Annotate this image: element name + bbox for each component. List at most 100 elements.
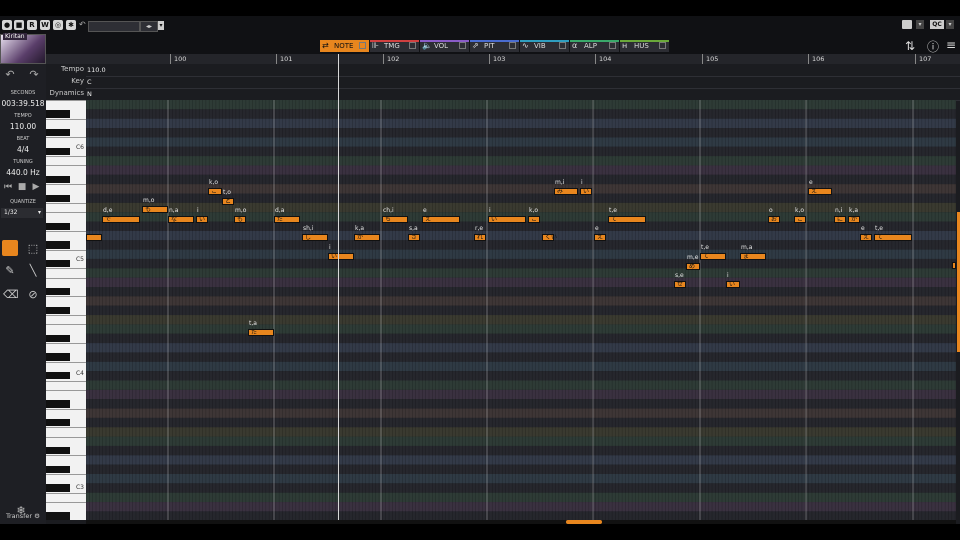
note[interactable]: こ k,o (528, 208, 540, 223)
white-key[interactable] (46, 118, 86, 120)
tab-tmg[interactable]: ⊪ TMG (370, 40, 419, 52)
qc-button[interactable]: QC (930, 20, 944, 29)
nudge-buttons[interactable]: ◂▸ (140, 21, 158, 32)
white-key[interactable] (46, 100, 86, 101)
note[interactable]: ち ch,i (382, 208, 408, 223)
link-tool-icon[interactable]: ⊘ (26, 288, 40, 301)
tab-hus[interactable]: ʜ HUS (620, 40, 669, 52)
note[interactable]: えe (808, 180, 832, 195)
white-key[interactable] (46, 137, 86, 139)
horizontal-scroll-thumb[interactable] (566, 520, 602, 524)
note[interactable]: れ r,e (474, 226, 486, 241)
note[interactable]: こ k,o (794, 208, 806, 223)
black-key[interactable] (46, 288, 70, 296)
note[interactable]: で d,e (102, 208, 140, 223)
white-key[interactable] (46, 389, 86, 391)
pointer-tool-icon[interactable] (2, 240, 18, 256)
black-key[interactable] (46, 129, 70, 137)
white-key[interactable] (46, 492, 86, 494)
black-key[interactable] (46, 194, 70, 202)
nudge-dropdown[interactable]: ▾ (158, 21, 164, 30)
note[interactable]: み m,i (554, 180, 578, 195)
white-key[interactable] (46, 230, 86, 232)
white-key[interactable] (46, 156, 86, 158)
black-key[interactable] (46, 222, 70, 230)
black-key[interactable] (46, 259, 70, 268)
read-button[interactable]: R (27, 20, 37, 30)
black-key[interactable] (46, 512, 70, 520)
tab-toggle[interactable] (409, 42, 416, 49)
playhead[interactable] (338, 54, 339, 524)
black-key[interactable] (46, 147, 70, 156)
note[interactable]: さ s,a (408, 226, 420, 241)
note[interactable] (86, 234, 102, 241)
note[interactable]: だ d,a (274, 208, 300, 223)
tab-toggle[interactable] (609, 42, 616, 49)
tab-toggle[interactable] (509, 42, 516, 49)
measure-ruler[interactable]: 100 101 102 103 104 105 106 107 (46, 54, 960, 64)
note[interactable]: と t,o (222, 190, 234, 205)
pencil-tool-icon[interactable]: ✎ (3, 264, 17, 277)
white-key[interactable] (46, 408, 86, 410)
white-key[interactable] (46, 455, 86, 457)
tab-vol[interactable]: 🔈 VOL (420, 40, 469, 52)
tab-pit[interactable]: ⇗ PIT (470, 40, 519, 52)
rewind-icon[interactable]: ⏮ (1, 182, 15, 192)
note[interactable] (952, 262, 956, 269)
black-key[interactable] (46, 465, 70, 473)
black-key[interactable] (46, 241, 70, 249)
black-key[interactable] (46, 175, 70, 184)
app-menu-icon[interactable]: ● (2, 20, 12, 30)
note[interactable]: た t,a (248, 321, 274, 336)
note[interactable]: いi (726, 273, 740, 288)
note[interactable]: こ k,o (208, 180, 222, 195)
tab-toggle[interactable] (659, 42, 666, 49)
quantize-select[interactable]: 1/32 ▾ (1, 208, 43, 218)
white-key[interactable] (46, 361, 86, 363)
qc-dropdown-icon[interactable]: ▾ (946, 20, 954, 29)
transfer-button[interactable]: Transfer ⚙ (0, 512, 46, 520)
note[interactable]: おo (768, 208, 780, 223)
note[interactable]: し sh,i (302, 226, 328, 241)
tuning-value[interactable]: 440.0 Hz (0, 168, 46, 177)
info-icon[interactable]: ⓘ (927, 38, 939, 55)
back-icon[interactable]: ↶ (79, 20, 86, 29)
black-key[interactable] (46, 400, 70, 408)
piano-keyboard[interactable]: C6C5C4C3G#2 (46, 100, 86, 520)
white-key[interactable] (46, 324, 86, 326)
white-key[interactable] (46, 502, 86, 504)
metronome-icon[interactable]: ✱ (66, 20, 76, 30)
note[interactable]: せ s,e (674, 273, 686, 288)
note[interactable]: くい (542, 234, 557, 241)
black-key[interactable] (46, 418, 70, 427)
menu-icon[interactable]: ≡ (946, 38, 956, 52)
tab-alp[interactable]: α ALP (570, 40, 619, 52)
write-button[interactable]: W (40, 20, 50, 30)
note[interactable]: て t,e (700, 245, 726, 260)
redo-icon[interactable]: ↷ (27, 68, 41, 81)
note[interactable]: て t,e (608, 208, 646, 223)
white-key[interactable] (46, 315, 86, 317)
mixer-icon[interactable]: ⇅ (905, 39, 915, 53)
horizontal-scrollbar[interactable] (86, 520, 956, 524)
note[interactable]: いi (196, 208, 208, 223)
screen-icon[interactable] (902, 20, 912, 29)
white-key[interactable] (46, 427, 86, 429)
tab-toggle[interactable] (559, 42, 566, 49)
white-key[interactable] (46, 296, 86, 298)
note[interactable]: も m,o (142, 198, 168, 213)
black-key[interactable] (46, 446, 70, 455)
black-key[interactable] (46, 372, 70, 380)
note[interactable]: か k,a (848, 208, 860, 223)
play-icon[interactable]: ▶ (29, 182, 43, 192)
note[interactable]: えe (422, 208, 460, 223)
black-key[interactable] (46, 334, 70, 343)
black-key[interactable] (46, 484, 70, 492)
tab-note[interactable]: ⇄ NOTE (320, 40, 369, 52)
stop-icon[interactable]: ■ (14, 20, 24, 30)
white-key[interactable] (46, 268, 86, 270)
eraser-tool-icon[interactable]: ⌫ (3, 288, 19, 301)
song-position-field[interactable] (88, 21, 140, 32)
note[interactable]: いi (580, 180, 592, 195)
note[interactable]: えe (860, 226, 872, 241)
